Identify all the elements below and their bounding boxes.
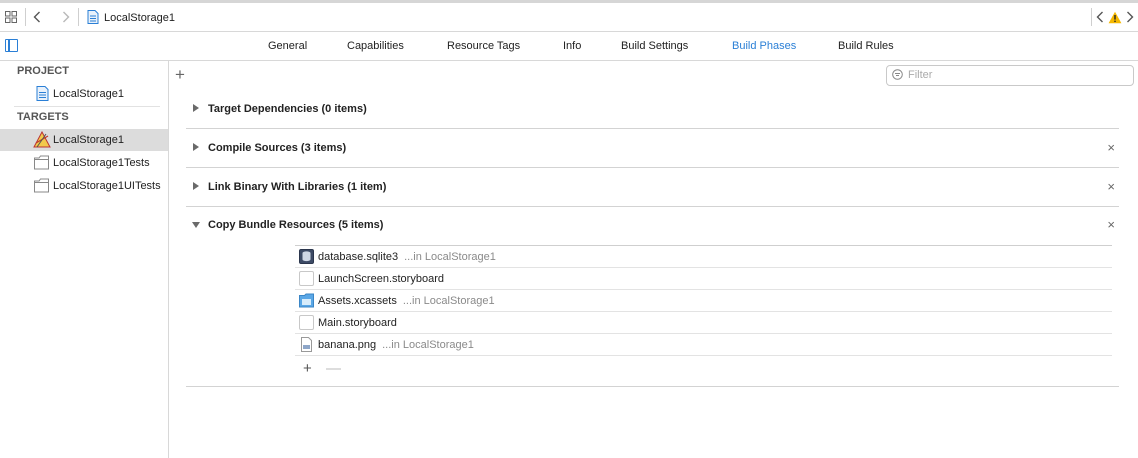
sidebar-item-target-app[interactable]: LocalStorage1 — [0, 129, 168, 151]
jump-bar: LocalStorage1 — [0, 3, 1138, 32]
remove-phase-button[interactable]: × — [1107, 217, 1115, 232]
project-file-icon — [36, 86, 49, 101]
remove-phase-button[interactable]: × — [1107, 179, 1115, 194]
jump-bar-right-controls — [1091, 8, 1134, 26]
tab-build-rules[interactable]: Build Rules — [838, 40, 894, 52]
asset-catalog-icon — [299, 293, 314, 308]
resource-name: Assets.xcassets — [318, 295, 397, 307]
tab-info[interactable]: Info — [563, 40, 581, 52]
sidebar-divider — [14, 106, 160, 107]
phase-title: Link Binary With Libraries (1 item) — [208, 181, 387, 193]
chevron-left-icon[interactable] — [33, 11, 41, 23]
resources-table: database.sqlite3 ...in LocalStorage1 Laun… — [295, 245, 1112, 356]
table-row[interactable]: database.sqlite3 ...in LocalStorage1 — [295, 246, 1112, 268]
resource-name: banana.png — [318, 339, 377, 351]
resource-name: database.sqlite3 — [318, 251, 399, 263]
resource-location: ...in LocalStorage1 — [404, 251, 496, 263]
table-row[interactable]: Assets.xcassets ...in LocalStorage1 — [295, 290, 1112, 312]
disclosure-triangle-icon[interactable] — [193, 182, 199, 190]
add-resource-button[interactable]: + — [303, 361, 312, 377]
tab-resource-tags[interactable]: Resource Tags — [447, 40, 520, 52]
storyboard-file-icon — [299, 271, 314, 286]
jump-bar-separator — [1091, 8, 1092, 26]
resource-location: ...in LocalStorage1 — [382, 339, 474, 351]
disclosure-triangle-icon[interactable] — [193, 104, 199, 112]
phase-title: Target Dependencies (0 items) — [208, 103, 367, 115]
sidebar-item-project[interactable]: LocalStorage1 — [0, 83, 168, 105]
remove-resource-button[interactable]: — — [326, 361, 341, 377]
resource-name: LaunchScreen.storyboard — [318, 273, 444, 285]
resource-name: Main.storyboard — [318, 317, 397, 329]
related-items-icon[interactable] — [5, 11, 17, 23]
chevron-left-icon[interactable] — [1096, 11, 1104, 23]
tab-build-settings[interactable]: Build Settings — [621, 40, 688, 52]
disclosure-triangle-icon[interactable] — [193, 143, 199, 151]
filter-icon — [892, 69, 903, 80]
resource-name-cell: LaunchScreen.storyboard — [318, 273, 450, 285]
tab-build-phases[interactable]: Build Phases — [732, 40, 796, 52]
project-navigator-sidebar: PROJECT LocalStorage1 TARGETS LocalStora… — [0, 61, 169, 458]
resource-name-cell: database.sqlite3 ...in LocalStorage1 — [318, 251, 496, 263]
phase-title: Compile Sources (3 items) — [208, 142, 347, 154]
sidebar-toggle-icon[interactable] — [5, 39, 18, 52]
project-file-icon — [87, 10, 99, 24]
test-bundle-icon — [34, 178, 49, 193]
chevron-right-icon[interactable] — [62, 11, 70, 23]
jump-bar-separator — [78, 8, 79, 26]
jump-bar-separator — [25, 8, 26, 26]
resource-name-cell: banana.png ...in LocalStorage1 — [318, 339, 474, 351]
editor-tab-bar: General Capabilities Resource Tags Info … — [0, 32, 1138, 61]
chevron-right-icon[interactable] — [1126, 11, 1134, 23]
phase-title: Copy Bundle Resources (5 items) — [208, 219, 384, 231]
sidebar-item-label: LocalStorage1UITests — [53, 180, 161, 192]
table-row[interactable]: LaunchScreen.storyboard — [295, 268, 1112, 290]
add-build-phase-button[interactable]: + — [175, 66, 185, 84]
sidebar-item-label: LocalStorage1 — [53, 88, 124, 100]
resource-row-controls: + — — [303, 361, 351, 377]
database-file-icon — [299, 249, 314, 264]
phase-header[interactable]: Copy Bundle Resources (5 items) × — [186, 206, 1119, 244]
warning-icon[interactable] — [1108, 11, 1122, 24]
resource-location: ...in LocalStorage1 — [402, 295, 495, 307]
table-row[interactable]: Main.storyboard — [295, 312, 1112, 334]
targets-section-header: TARGETS — [17, 111, 69, 123]
resource-name-cell: Main.storyboard — [318, 317, 403, 329]
filter-placeholder: Filter — [908, 69, 933, 81]
storyboard-file-icon — [299, 315, 314, 330]
resource-name-cell: Assets.xcassets ...in LocalStorage1 — [318, 295, 495, 307]
sidebar-item-label: LocalStorage1Tests — [53, 157, 150, 169]
tab-general[interactable]: General — [268, 40, 307, 52]
phase-link-binary[interactable]: Link Binary With Libraries (1 item) × — [186, 168, 1119, 207]
app-target-icon — [33, 131, 51, 148]
phase-target-dependencies[interactable]: Target Dependencies (0 items) — [186, 90, 1119, 129]
phase-compile-sources[interactable]: Compile Sources (3 items) × — [186, 129, 1119, 168]
sidebar-item-target-tests[interactable]: LocalStorage1Tests — [0, 152, 168, 174]
sidebar-item-label: LocalStorage1 — [53, 134, 124, 146]
sidebar-item-target-uitests[interactable]: LocalStorage1UITests — [0, 175, 168, 197]
tab-capabilities[interactable]: Capabilities — [347, 40, 404, 52]
jump-bar-file-title[interactable]: LocalStorage1 — [104, 12, 175, 24]
disclosure-triangle-icon[interactable] — [192, 222, 200, 228]
test-bundle-icon — [34, 155, 49, 170]
project-section-header: PROJECT — [17, 65, 69, 77]
remove-phase-button[interactable]: × — [1107, 140, 1115, 155]
image-file-icon — [301, 337, 312, 352]
filter-field[interactable]: Filter — [886, 65, 1134, 86]
table-row[interactable]: banana.png ...in LocalStorage1 — [295, 334, 1112, 356]
